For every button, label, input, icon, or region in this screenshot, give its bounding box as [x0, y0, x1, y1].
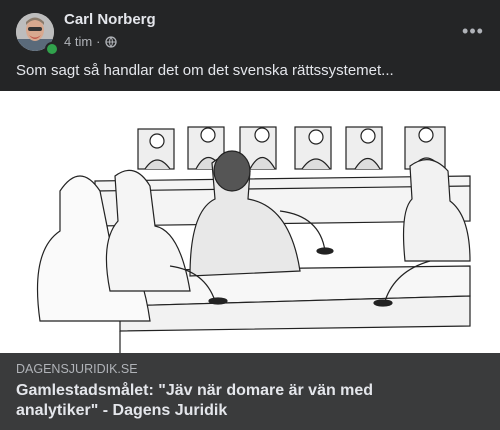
author-name[interactable]: Carl Norberg [64, 11, 156, 28]
courtroom-sketch-image [0, 91, 500, 353]
more-horizontal-icon: ••• [462, 20, 484, 41]
more-options-button[interactable]: ••• [460, 18, 486, 44]
online-status-indicator [45, 42, 59, 56]
post-header: Carl Norberg 4 tim · ••• [0, 0, 500, 56]
link-preview-footer[interactable]: DAGENSJURIDIK.SE Gamlestadsmålet: "Jäv n… [0, 353, 500, 430]
post-text: Som sagt så handlar det om det svenska r… [16, 62, 394, 79]
link-domain: DAGENSJURIDIK.SE [16, 362, 138, 376]
post-meta: 4 tim · [64, 34, 117, 49]
link-title[interactable]: Gamlestadsmålet: "Jäv när domare är vän … [16, 381, 456, 421]
globe-icon [104, 35, 117, 48]
link-preview-image[interactable] [0, 91, 500, 353]
post-time[interactable]: 4 tim [64, 34, 92, 49]
meta-separator: · [96, 34, 101, 49]
facebook-post: Carl Norberg 4 tim · ••• Som sagt så han… [0, 0, 500, 430]
